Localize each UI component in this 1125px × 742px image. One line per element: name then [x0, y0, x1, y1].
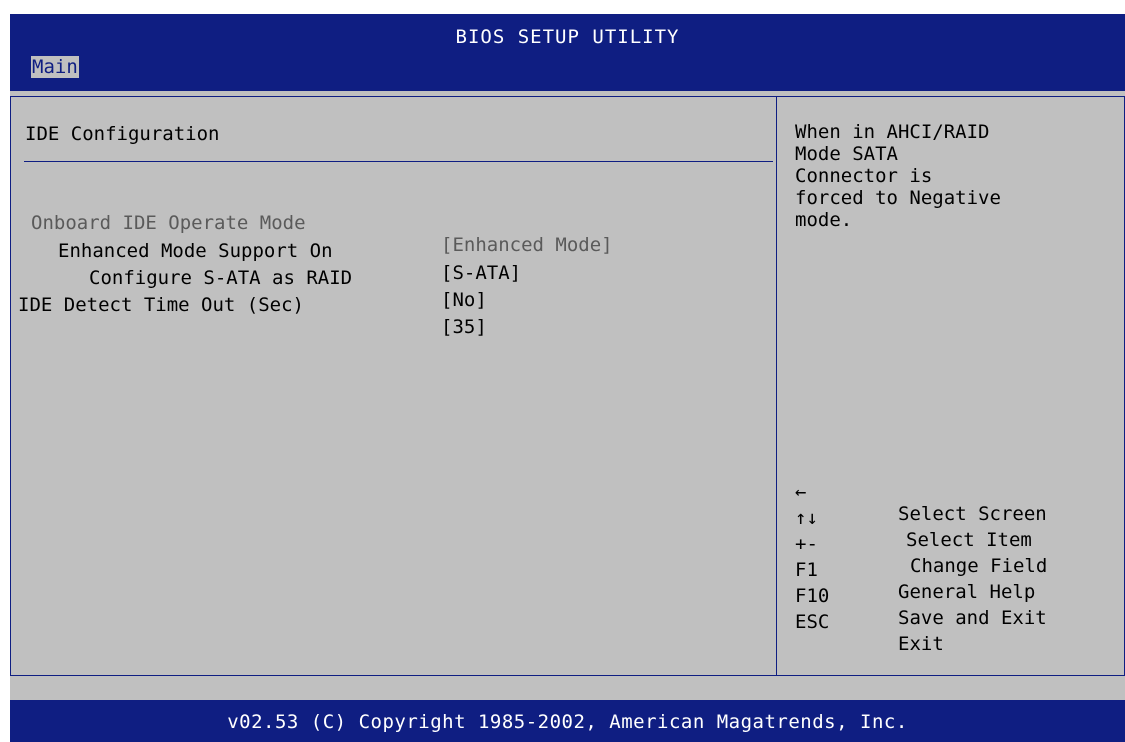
setting-value: [Enhanced Mode] [441, 234, 613, 256]
key-desc: Save and Exit [898, 607, 1047, 629]
setting-value[interactable]: [S-ATA] [441, 262, 521, 284]
bios-window: BIOS SETUP UTILITY Main IDE Configuratio… [10, 14, 1125, 742]
bios-footer: v02.53 (C) Copyright 1985-2002, American… [10, 700, 1125, 742]
section-rule [24, 161, 773, 162]
key-label: ESC [795, 611, 830, 633]
setting-value[interactable]: [35] [441, 316, 487, 338]
copyright-text: v02.53 (C) Copyright 1985-2002, American… [227, 711, 908, 733]
bios-header: BIOS SETUP UTILITY Main [10, 14, 1125, 91]
setting-label: Configure S-ATA as RAID [89, 267, 353, 289]
panel-divider [776, 97, 777, 675]
key-row-exit: ESC Exit [795, 589, 944, 677]
key-desc: General Help [898, 581, 1036, 603]
setting-row-ide-detect-timeout[interactable]: IDE Detect Time Out (Sec) [35] [11, 272, 487, 360]
section-title: IDE Configuration [25, 123, 220, 145]
setting-label: Enhanced Mode Support On [58, 240, 333, 262]
key-desc: Select Item [906, 529, 1032, 551]
key-desc: Exit [898, 633, 944, 655]
key-desc: Change Field [910, 555, 1048, 577]
setting-value[interactable]: [No] [441, 289, 487, 311]
key-desc: Select Screen [898, 503, 1047, 525]
main-panel: IDE Configuration Onboard IDE Operate Mo… [10, 96, 1125, 676]
setting-label: IDE Detect Time Out (Sec) [18, 294, 304, 316]
bios-title: BIOS SETUP UTILITY [455, 26, 680, 48]
help-text: When in AHCI/RAID Mode SATA Connector is… [795, 121, 1001, 231]
tab-main[interactable]: Main [31, 56, 79, 78]
